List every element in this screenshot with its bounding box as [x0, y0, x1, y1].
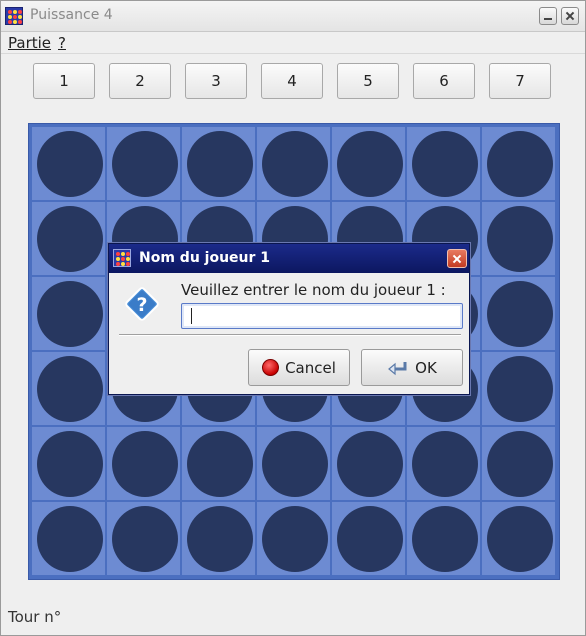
board-cell[interactable] [481, 351, 556, 426]
empty-slot [262, 506, 328, 572]
board-cell[interactable] [481, 426, 556, 501]
board-cell[interactable] [331, 426, 406, 501]
board-cell[interactable] [106, 501, 181, 576]
empty-slot [487, 206, 553, 272]
menu-partie[interactable]: Partie [8, 34, 51, 52]
empty-slot [487, 356, 553, 422]
empty-slot [37, 506, 103, 572]
board-cell[interactable] [256, 126, 331, 201]
empty-slot [337, 506, 403, 572]
empty-slot [187, 506, 253, 572]
board-cell[interactable] [256, 501, 331, 576]
player-name-dialog: Nom du joueur 1 ? Veuillez entrer le nom… [108, 243, 470, 395]
empty-slot [412, 431, 478, 497]
board-cell[interactable] [181, 426, 256, 501]
stop-icon [262, 359, 280, 376]
board-cell[interactable] [481, 501, 556, 576]
dialog-title: Nom du joueur 1 [139, 250, 271, 266]
empty-slot [487, 431, 553, 497]
empty-slot [187, 431, 253, 497]
board-cell[interactable] [256, 426, 331, 501]
board-cell[interactable] [406, 126, 481, 201]
dialog-separator [119, 334, 461, 336]
svg-text:?: ? [136, 294, 147, 316]
ok-button[interactable]: OK [361, 349, 463, 386]
column-button-5[interactable]: 5 [337, 63, 399, 99]
app-icon [5, 7, 23, 25]
empty-slot [262, 431, 328, 497]
column-button-3[interactable]: 3 [185, 63, 247, 99]
empty-slot [37, 206, 103, 272]
board-cell[interactable] [106, 426, 181, 501]
board-cell[interactable] [31, 426, 106, 501]
board-cell[interactable] [31, 276, 106, 351]
dialog-prompt: Veuillez entrer le nom du joueur 1 : [181, 281, 446, 299]
empty-slot [487, 281, 553, 347]
close-window-button[interactable] [561, 7, 579, 25]
board-cell[interactable] [406, 501, 481, 576]
board-cell[interactable] [406, 426, 481, 501]
empty-slot [262, 131, 328, 197]
board-cell[interactable] [31, 501, 106, 576]
minimize-button[interactable] [539, 7, 557, 25]
app-icon [113, 249, 131, 267]
dialog-close-button[interactable] [447, 249, 467, 268]
board-cell[interactable] [181, 126, 256, 201]
column-button-4[interactable]: 4 [261, 63, 323, 99]
empty-slot [412, 131, 478, 197]
board-cell[interactable] [481, 201, 556, 276]
cancel-button[interactable]: Cancel [248, 349, 350, 386]
board-cell[interactable] [106, 126, 181, 201]
text-caret [191, 308, 192, 324]
empty-slot [487, 131, 553, 197]
empty-slot [112, 506, 178, 572]
board-cell[interactable] [31, 201, 106, 276]
empty-slot [412, 506, 478, 572]
player-name-input[interactable] [181, 303, 463, 329]
enter-icon [388, 361, 407, 375]
empty-slot [37, 131, 103, 197]
menu-help[interactable]: ? [58, 34, 66, 52]
empty-slot [487, 506, 553, 572]
board-cell[interactable] [481, 126, 556, 201]
column-button-6[interactable]: 6 [413, 63, 475, 99]
dialog-title-bar: Nom du joueur 1 [109, 244, 469, 273]
empty-slot [37, 431, 103, 497]
empty-slot [187, 131, 253, 197]
menu-bar: Partie ? [1, 31, 585, 54]
cancel-label: Cancel [285, 358, 336, 377]
column-button-1[interactable]: 1 [33, 63, 95, 99]
empty-slot [37, 281, 103, 347]
column-button-2[interactable]: 2 [109, 63, 171, 99]
column-button-7[interactable]: 7 [489, 63, 551, 99]
title-bar: Puissance 4 [1, 1, 585, 32]
board-cell[interactable] [181, 501, 256, 576]
board-cell[interactable] [331, 126, 406, 201]
empty-slot [337, 431, 403, 497]
empty-slot [37, 356, 103, 422]
ok-label: OK [415, 358, 437, 377]
window-title: Puissance 4 [30, 7, 113, 23]
question-icon: ? [125, 287, 159, 321]
board-cell[interactable] [31, 351, 106, 426]
empty-slot [112, 131, 178, 197]
board-cell[interactable] [481, 276, 556, 351]
empty-slot [112, 431, 178, 497]
turn-status: Tour n° [8, 608, 62, 626]
board-cell[interactable] [31, 126, 106, 201]
empty-slot [337, 131, 403, 197]
board-cell[interactable] [331, 501, 406, 576]
